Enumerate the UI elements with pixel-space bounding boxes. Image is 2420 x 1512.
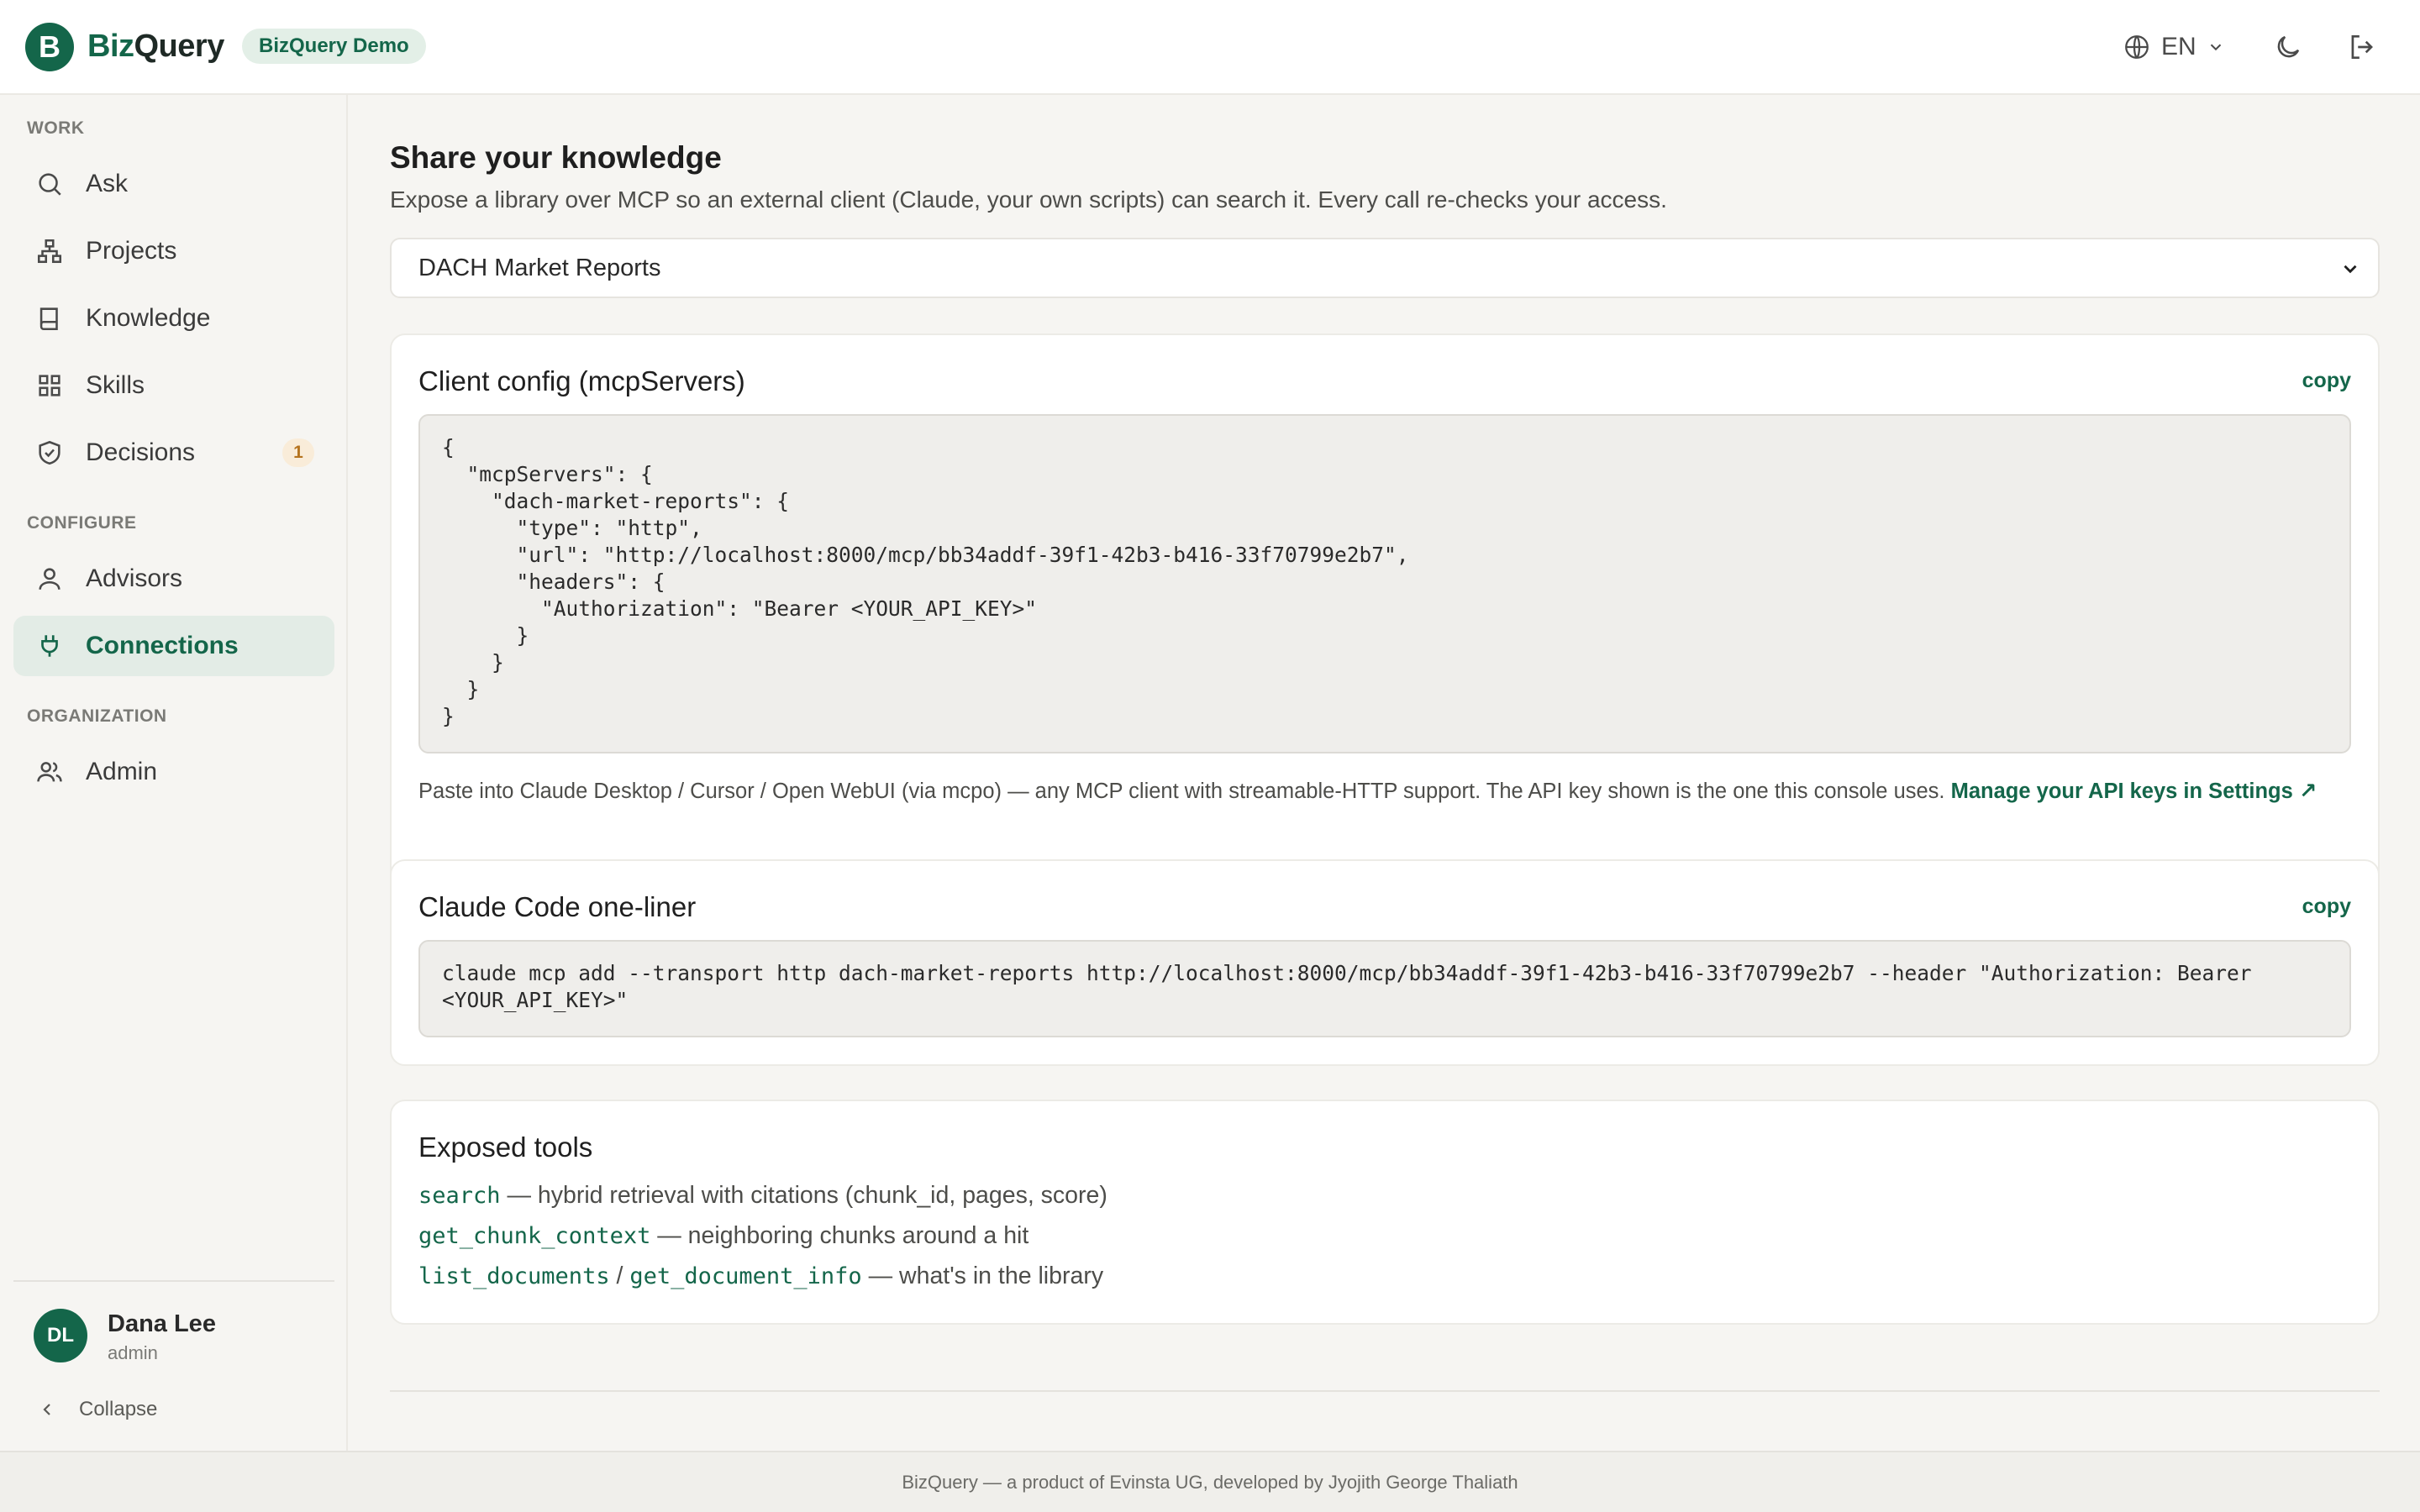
content-divider <box>390 1390 2380 1392</box>
logout-icon[interactable] <box>2343 28 2381 66</box>
tool-get-chunk-context: get_chunk_context — neighboring chunks a… <box>418 1222 1028 1250</box>
sidebar-item-connections[interactable]: Connections <box>13 616 334 676</box>
footer: BizQuery — a product of Evinsta UG, deve… <box>0 1451 2420 1512</box>
collapse-button[interactable]: Collapse <box>37 1398 157 1421</box>
brand-name[interactable]: BizQuery <box>87 25 224 67</box>
footer-text: BizQuery — a product of Evinsta UG, deve… <box>902 1471 1518 1493</box>
collapse-label: Collapse <box>79 1398 158 1420</box>
sidebar-item-knowledge[interactable]: Knowledge <box>13 288 334 349</box>
section-organization: ORGANIZATION <box>27 706 167 726</box>
client-config-card: Client config (mcpServers) copy { "mcpSe… <box>390 333 2380 920</box>
sidebar-item-label: Connections <box>86 632 239 659</box>
copy-config-button[interactable]: copy <box>2302 369 2351 393</box>
client-config-code[interactable]: { "mcpServers": { "dach-market-reports":… <box>418 414 2351 753</box>
chevron-down-icon <box>2339 258 2361 280</box>
tool-desc: — hybrid retrieval with citations (chunk… <box>500 1182 1107 1209</box>
sidebar-item-admin[interactable]: Admin <box>13 742 334 802</box>
client-config-note-text: Paste into Claude Desktop / Cursor / Ope… <box>418 780 1945 803</box>
exposed-tools-card: Exposed tools search — hybrid retrieval … <box>390 1100 2380 1325</box>
copy-one-liner-button[interactable]: copy <box>2302 895 2351 919</box>
section-work: WORK <box>27 118 85 138</box>
globe-icon <box>2123 33 2151 61</box>
tool-name: get_document_info <box>629 1263 862 1289</box>
plug-icon <box>34 630 66 662</box>
tool-name: search <box>418 1183 501 1209</box>
sidebar: WORK Ask Projects Knowledge Skills Decis… <box>0 95 348 1451</box>
page-subtitle: Expose a library over MCP so an external… <box>390 186 1667 213</box>
one-liner-code[interactable]: claude mcp add --transport http dach-mar… <box>418 940 2351 1037</box>
book-icon <box>34 302 66 334</box>
user-icon <box>34 563 66 595</box>
brand-prefix: Biz <box>87 29 134 64</box>
demo-badge: BizQuery Demo <box>242 29 426 64</box>
avatar[interactable]: DL <box>34 1309 87 1362</box>
sidebar-item-label: Skills <box>86 371 145 399</box>
sidebar-item-label: Projects <box>86 237 177 265</box>
client-config-title: Client config (mcpServers) <box>418 365 745 396</box>
exposed-tools-title: Exposed tools <box>418 1131 593 1163</box>
sidebar-item-projects[interactable]: Projects <box>13 221 334 281</box>
one-liner-title: Claude Code one-liner <box>418 891 697 922</box>
sidebar-item-label: Knowledge <box>86 304 211 332</box>
brand-suffix: Query <box>134 29 225 64</box>
tool-desc: — what's in the library <box>861 1263 1104 1289</box>
chevron-left-icon <box>37 1399 57 1420</box>
library-select-value: DACH Market Reports <box>418 254 661 281</box>
language-selector[interactable]: EN <box>2123 29 2225 66</box>
chevron-down-icon <box>2207 38 2225 56</box>
shield-check-icon <box>34 437 66 469</box>
sitemap-icon <box>34 235 66 267</box>
sidebar-item-ask[interactable]: Ask <box>13 154 334 214</box>
one-liner-card: Claude Code one-liner copy claude mcp ad… <box>390 859 2380 1066</box>
sidebar-item-skills[interactable]: Skills <box>13 355 334 416</box>
sidebar-item-label: Ask <box>86 170 129 197</box>
client-config-note: Paste into Claude Desktop / Cursor / Ope… <box>418 779 2317 804</box>
section-configure: CONFIGURE <box>27 513 137 533</box>
page-title: Share your knowledge <box>390 140 722 175</box>
logo-icon[interactable]: B <box>25 23 74 71</box>
language-label: EN <box>2161 33 2196 60</box>
sidebar-item-label: Advisors <box>86 564 183 592</box>
tool-documents: list_documents / get_document_info — wha… <box>418 1263 1103 1290</box>
tool-desc: — neighboring chunks around a hit <box>650 1222 1029 1249</box>
tool-separator: / <box>609 1263 630 1289</box>
users-icon <box>34 756 66 788</box>
decisions-count-badge: 1 <box>282 438 314 467</box>
manage-api-keys-link[interactable]: Manage your API keys in Settings ↗ <box>1951 780 2317 803</box>
user-name: Dana Lee <box>108 1310 216 1337</box>
tool-search: search — hybrid retrieval with citations… <box>418 1182 1107 1210</box>
top-bar: B BizQuery BizQuery Demo EN <box>0 0 2420 95</box>
grid-icon <box>34 370 66 402</box>
sidebar-item-label: Decisions <box>86 438 196 466</box>
moon-icon[interactable] <box>2269 28 2307 66</box>
tool-name: get_chunk_context <box>418 1223 651 1249</box>
tool-name: list_documents <box>418 1263 610 1289</box>
sidebar-divider <box>13 1280 334 1282</box>
user-role: admin <box>108 1342 158 1363</box>
search-icon <box>34 168 66 200</box>
sidebar-item-label: Admin <box>86 758 158 785</box>
sidebar-item-advisors[interactable]: Advisors <box>13 549 334 609</box>
sidebar-item-decisions[interactable]: Decisions 1 <box>13 423 334 483</box>
library-select[interactable]: DACH Market Reports <box>390 238 2380 298</box>
